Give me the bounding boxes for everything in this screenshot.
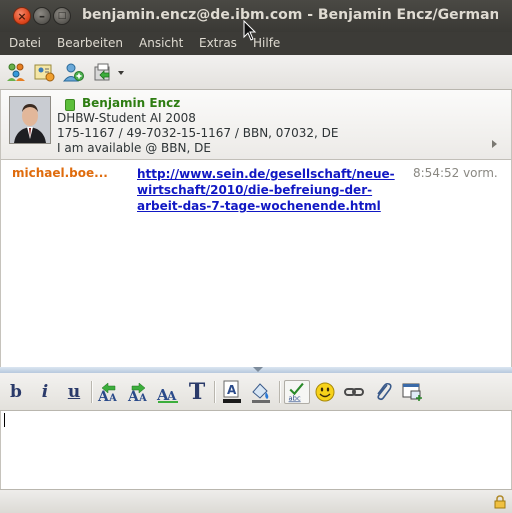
mouse-cursor-icon xyxy=(243,20,257,41)
text-style-label: T xyxy=(188,379,206,405)
contact-status-message: I am available @ BBN, DE xyxy=(57,141,211,155)
window-maximize-button[interactable]: □ xyxy=(53,7,71,25)
splitter-arrow-icon[interactable] xyxy=(253,367,263,372)
toolbar-separator xyxy=(91,381,93,403)
lock-icon[interactable] xyxy=(494,495,506,509)
svg-text:A: A xyxy=(227,383,237,397)
underline-icon[interactable]: u xyxy=(64,380,84,404)
add-person-icon[interactable] xyxy=(62,62,84,82)
message-link[interactable]: http://www.sein.de/gesellschaft/neue-wir… xyxy=(137,166,407,214)
svg-text:A: A xyxy=(166,389,177,403)
contact-phone: 175-1167 / 49-7032-15-1167 / BBN, 07032,… xyxy=(57,126,339,140)
expand-arrow-icon[interactable] xyxy=(492,140,497,148)
avatar xyxy=(9,96,51,144)
text-color-icon[interactable]: A xyxy=(220,380,244,404)
chat-toolbar xyxy=(0,55,512,90)
toolbar-separator xyxy=(279,381,281,403)
status-available-icon xyxy=(65,99,75,111)
message-timestamp: 8:54:52 vorm. xyxy=(413,166,498,180)
contact-header[interactable]: Benjamin Encz DHBW-Student AI 2008 175-1… xyxy=(0,90,512,160)
menu-bearbeiten[interactable]: Bearbeiten xyxy=(57,36,123,50)
font-icon[interactable]: A A xyxy=(156,380,180,404)
format-toolbar: b i u A A A A A A T A abc xyxy=(0,373,512,411)
link-icon[interactable] xyxy=(343,380,365,404)
highlight-color-icon[interactable] xyxy=(249,380,273,404)
window-minimize-button[interactable]: – xyxy=(33,7,51,25)
contact-name: Benjamin Encz xyxy=(82,96,181,110)
message-sender[interactable]: michael.boe... xyxy=(12,166,108,180)
group-chat-icon[interactable] xyxy=(5,62,27,82)
text-caret xyxy=(4,413,5,427)
emoticon-icon[interactable] xyxy=(314,380,336,404)
status-bar xyxy=(0,489,512,513)
menu-ansicht[interactable]: Ansicht xyxy=(139,36,183,50)
menu-hilfe[interactable]: Hilfe xyxy=(253,36,280,50)
window-close-button[interactable]: × xyxy=(13,7,31,25)
underline-label: u xyxy=(67,382,81,402)
window-title: benjamin.encz@de.ibm.com - Benjamin Encz… xyxy=(82,7,498,23)
chat-transcript[interactable]: michael.boe... http://www.sein.de/gesell… xyxy=(0,160,512,367)
text-style-icon[interactable]: T xyxy=(186,379,208,405)
send-file-icon[interactable] xyxy=(92,62,114,82)
spell-check-icon[interactable]: abc xyxy=(284,380,310,404)
italic-label: i xyxy=(41,382,49,402)
menu-extras[interactable]: Extras xyxy=(199,36,237,50)
toolbar-separator xyxy=(214,381,216,403)
message-input[interactable] xyxy=(0,411,512,489)
svg-text:A: A xyxy=(138,393,147,404)
screen-capture-icon[interactable] xyxy=(400,380,424,404)
grow-font-icon[interactable]: A A xyxy=(97,380,121,404)
bold-icon[interactable]: b xyxy=(6,380,26,404)
svg-text:abc: abc xyxy=(289,394,301,402)
shrink-font-icon[interactable]: A A xyxy=(127,380,151,404)
attachment-icon[interactable] xyxy=(372,380,394,404)
italic-icon[interactable]: i xyxy=(35,380,55,404)
bold-label: b xyxy=(10,382,22,402)
menu-datei[interactable]: Datei xyxy=(9,36,41,50)
svg-text:A: A xyxy=(108,393,117,404)
chevron-down-icon[interactable] xyxy=(118,71,124,75)
contact-card-icon[interactable] xyxy=(33,62,55,82)
contact-title: DHBW-Student AI 2008 xyxy=(57,111,196,125)
